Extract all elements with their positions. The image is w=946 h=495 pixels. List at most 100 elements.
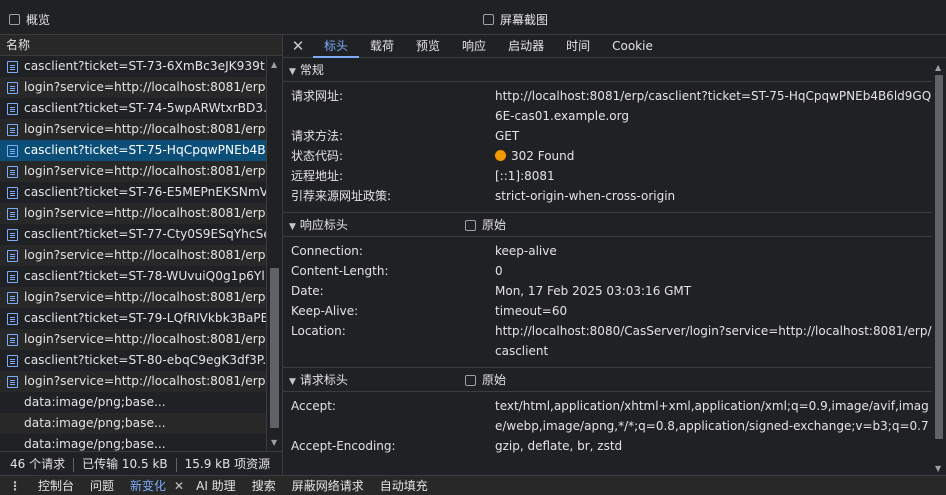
request-row[interactable]: login?service=http://localhost:8081/erp.…: [0, 371, 266, 392]
close-icon[interactable]: ✕: [283, 37, 313, 55]
header-value-text: Mon, 17 Feb 2025 03:03:16 GMT: [495, 284, 692, 298]
request-row[interactable]: data:image/png;base...: [0, 434, 266, 451]
document-icon: [7, 166, 18, 178]
overview-option[interactable]: 概览: [9, 11, 50, 28]
tab-4[interactable]: 启动器: [497, 35, 555, 58]
collapse-triangle-icon[interactable]: ▼: [289, 377, 296, 387]
header-row: Connection: keep-alive: [283, 241, 946, 261]
general-section: 请求网址: http://localhost:8081/erp/casclient…: [283, 82, 946, 213]
raw-checkbox[interactable]: [465, 219, 476, 231]
request-headers-title: 请求标头: [299, 373, 348, 387]
request-headers-section-header[interactable]: ▼ 请求标头 原始: [283, 368, 946, 392]
request-name: login?service=http://localhost:8081/erp.…: [24, 122, 266, 136]
header-row: 请求网址: http://localhost:8081/erp/casclient…: [283, 86, 946, 126]
document-icon: [7, 355, 18, 367]
request-row[interactable]: login?service=http://localhost:8081/erp.…: [0, 161, 266, 182]
request-row[interactable]: login?service=http://localhost:8081/erp.…: [0, 203, 266, 224]
header-key: Accept:: [291, 399, 336, 413]
request-row[interactable]: casclient?ticket=ST-73-6XmBc3eJK939t...: [0, 56, 266, 77]
response-raw-option[interactable]: 原始: [465, 213, 506, 237]
request-row[interactable]: login?service=http://localhost:8081/erp.…: [0, 245, 266, 266]
general-section-header[interactable]: ▼ 常规: [283, 58, 946, 82]
drawer-tab-4[interactable]: 搜索: [244, 477, 284, 494]
collapse-triangle-icon[interactable]: ▼: [289, 67, 296, 77]
scroll-down-icon[interactable]: ▼: [271, 438, 277, 447]
request-name: casclient?ticket=ST-78-WUvuiQ0g1p6Yl...: [24, 269, 266, 283]
request-row[interactable]: login?service=http://localhost:8081/erp.…: [0, 287, 266, 308]
document-icon: [7, 229, 18, 241]
request-name: login?service=http://localhost:8081/erp.…: [24, 374, 266, 388]
request-row[interactable]: data:image/png;base...: [0, 413, 266, 434]
request-row[interactable]: casclient?ticket=ST-79-LQfRIVkbk3BaPE...: [0, 308, 266, 329]
document-icon: [7, 271, 18, 283]
document-icon: [7, 145, 18, 157]
drawer-tab-1[interactable]: 问题: [82, 477, 122, 494]
tab-3[interactable]: 响应: [451, 35, 497, 58]
raw-checkbox[interactable]: [465, 374, 476, 386]
request-name: data:image/png;base...: [24, 395, 166, 409]
tab-0[interactable]: 标头: [313, 35, 360, 58]
request-raw-option[interactable]: 原始: [465, 368, 506, 392]
document-icon: [7, 376, 18, 388]
request-row[interactable]: login?service=http://localhost:8081/erp.…: [0, 119, 266, 140]
request-row[interactable]: casclient?ticket=ST-80-ebqC9egK3df3P...: [0, 350, 266, 371]
drawer-tab-2[interactable]: 新变化: [122, 477, 174, 494]
request-name: login?service=http://localhost:8081/erp.…: [24, 248, 266, 262]
drawer-tab-6[interactable]: 自动填充: [372, 477, 436, 494]
header-value: gzip, deflate, br, zstd: [495, 436, 935, 456]
header-key: Date:: [291, 284, 324, 298]
request-name: casclient?ticket=ST-74-5wpARWtxrBD3...: [24, 101, 266, 115]
header-key: 状态代码:: [291, 149, 344, 163]
request-name: login?service=http://localhost:8081/erp.…: [24, 332, 266, 346]
scrollbar-thumb[interactable]: [270, 268, 279, 428]
scrollbar-thumb[interactable]: [935, 75, 943, 439]
document-icon: [7, 313, 18, 325]
request-list-scrollbar[interactable]: ▲ ▼: [266, 56, 282, 451]
request-row[interactable]: casclient?ticket=ST-75-HqCpqwPNEb4B...: [0, 140, 266, 161]
header-row: Accept-Encoding: gzip, deflate, br, zstd: [283, 436, 946, 456]
collapse-triangle-icon[interactable]: ▼: [289, 222, 296, 232]
header-value: http://localhost:8081/erp/casclient?tick…: [495, 86, 935, 126]
tab-2[interactable]: 预览: [405, 35, 451, 58]
header-value-text: 302 Found: [511, 149, 575, 163]
request-row[interactable]: casclient?ticket=ST-76-E5MEPnEKSNmV...: [0, 182, 266, 203]
request-row[interactable]: login?service=http://localhost:8081/erp.…: [0, 77, 266, 98]
details-scrollbar[interactable]: ▲ ▼: [932, 59, 946, 475]
request-row[interactable]: casclient?ticket=ST-77-Cty0S9ESqYhcSe...: [0, 224, 266, 245]
name-column-header[interactable]: 名称: [0, 35, 282, 56]
response-headers-title: 响应标头: [299, 218, 348, 232]
header-row: Keep-Alive: timeout=60: [283, 301, 946, 321]
drawer-tab-3[interactable]: AI 助理: [188, 477, 244, 494]
response-headers-section-header[interactable]: ▼ 响应标头 原始: [283, 213, 946, 237]
document-icon: [7, 208, 18, 220]
request-row[interactable]: login?service=http://localhost:8081/erp.…: [0, 329, 266, 350]
tab-5[interactable]: 时间: [555, 35, 601, 58]
drawer-tab-5[interactable]: 屏蔽网络请求: [284, 477, 372, 494]
tab-1[interactable]: 载荷: [359, 35, 405, 58]
screenshot-option[interactable]: 屏幕截图: [483, 11, 548, 28]
request-row[interactable]: casclient?ticket=ST-78-WUvuiQ0g1p6Yl...: [0, 266, 266, 287]
scroll-up-icon[interactable]: ▲: [935, 63, 941, 72]
close-tab-icon[interactable]: ✕: [174, 479, 184, 493]
document-icon: [7, 61, 18, 73]
request-row[interactable]: casclient?ticket=ST-74-5wpARWtxrBD3...: [0, 98, 266, 119]
overview-checkbox[interactable]: [9, 14, 20, 25]
header-row: Location: http://localhost:8080/CasServer…: [283, 321, 946, 361]
scroll-down-icon[interactable]: ▼: [935, 464, 941, 473]
screenshot-checkbox[interactable]: [483, 14, 494, 25]
header-value: Mon, 17 Feb 2025 03:03:16 GMT: [495, 281, 935, 301]
request-row[interactable]: data:image/png;base...: [0, 392, 266, 413]
header-value: strict-origin-when-cross-origin: [495, 186, 935, 206]
header-value: [::1]:8081: [495, 166, 935, 186]
drawer-tab-0[interactable]: 控制台: [30, 477, 82, 494]
request-name: login?service=http://localhost:8081/erp.…: [24, 206, 266, 220]
request-name: data:image/png;base...: [24, 416, 166, 430]
header-key: Keep-Alive:: [291, 304, 359, 318]
header-row: Date: Mon, 17 Feb 2025 03:03:16 GMT: [283, 281, 946, 301]
tab-6[interactable]: Cookie: [601, 35, 664, 58]
overview-label: 概览: [26, 13, 51, 27]
scroll-up-icon[interactable]: ▲: [271, 60, 277, 69]
status-dot-icon: [495, 150, 506, 161]
more-menu-icon[interactable]: ⋮: [0, 479, 30, 493]
top-toolbar: 概览 屏幕截图: [0, 0, 946, 35]
